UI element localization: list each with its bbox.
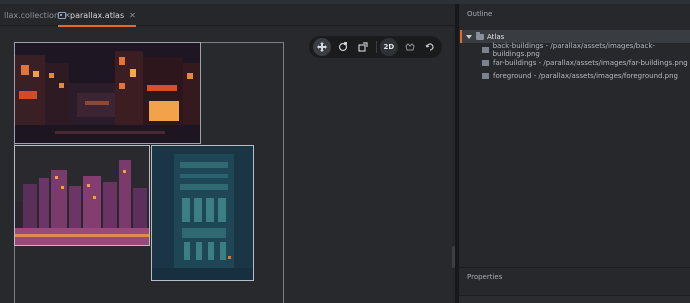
properties-title: Properties [467,273,503,281]
image-far-buildings[interactable] [14,145,150,246]
tab-label: parallax.atlas [70,10,125,20]
scene-toolbar: 2D [309,36,442,58]
image-foreground[interactable] [151,145,254,281]
visibility-icon [404,43,415,51]
atlas-file-icon [58,11,66,19]
camera-button[interactable] [421,38,439,56]
tree-item-foreground[interactable]: foreground - /parallax/assets/images/for… [460,69,690,82]
chevron-down-icon[interactable] [466,34,472,39]
image-icon [482,59,489,66]
toolbar-divider [376,41,377,53]
camera-icon [425,43,434,51]
properties-divider [459,267,690,268]
mode-2d-button[interactable]: 2D [380,38,398,56]
move-icon [316,42,327,52]
tree-item-back-buildings[interactable]: back-buildings - /parallax/assets/images… [460,42,690,58]
tree-item-label: far-buildings - /parallax/assets/images/… [493,58,688,67]
foreground-picture [152,146,253,280]
scale-icon [358,42,368,52]
tab-bar: llax.collection ✕ parallax.atlas ✕ [0,4,455,27]
far-buildings-picture [15,146,149,245]
tree-item-label: Atlas [487,32,505,41]
image-icon [482,46,489,53]
close-icon[interactable]: ✕ [129,11,136,20]
image-back-buildings[interactable] [14,42,201,144]
move-tool-button[interactable] [313,38,331,56]
rotate-tool-button[interactable] [334,38,352,56]
atlas-icon [476,31,484,40]
outline-title: Outline [467,10,493,18]
back-buildings-picture [15,43,200,143]
visibility-button[interactable] [401,38,419,56]
tab-label: llax.collection [4,10,60,20]
tree-item-label: foreground - /parallax/assets/images/for… [493,71,679,80]
properties-header-strip [459,295,690,303]
tab-atlas[interactable]: parallax.atlas ✕ [58,4,136,27]
tree-item-far-buildings[interactable]: far-buildings - /parallax/assets/images/… [460,56,690,69]
scale-tool-button[interactable] [354,38,372,56]
rotate-icon [338,42,347,52]
image-icon [482,72,489,79]
